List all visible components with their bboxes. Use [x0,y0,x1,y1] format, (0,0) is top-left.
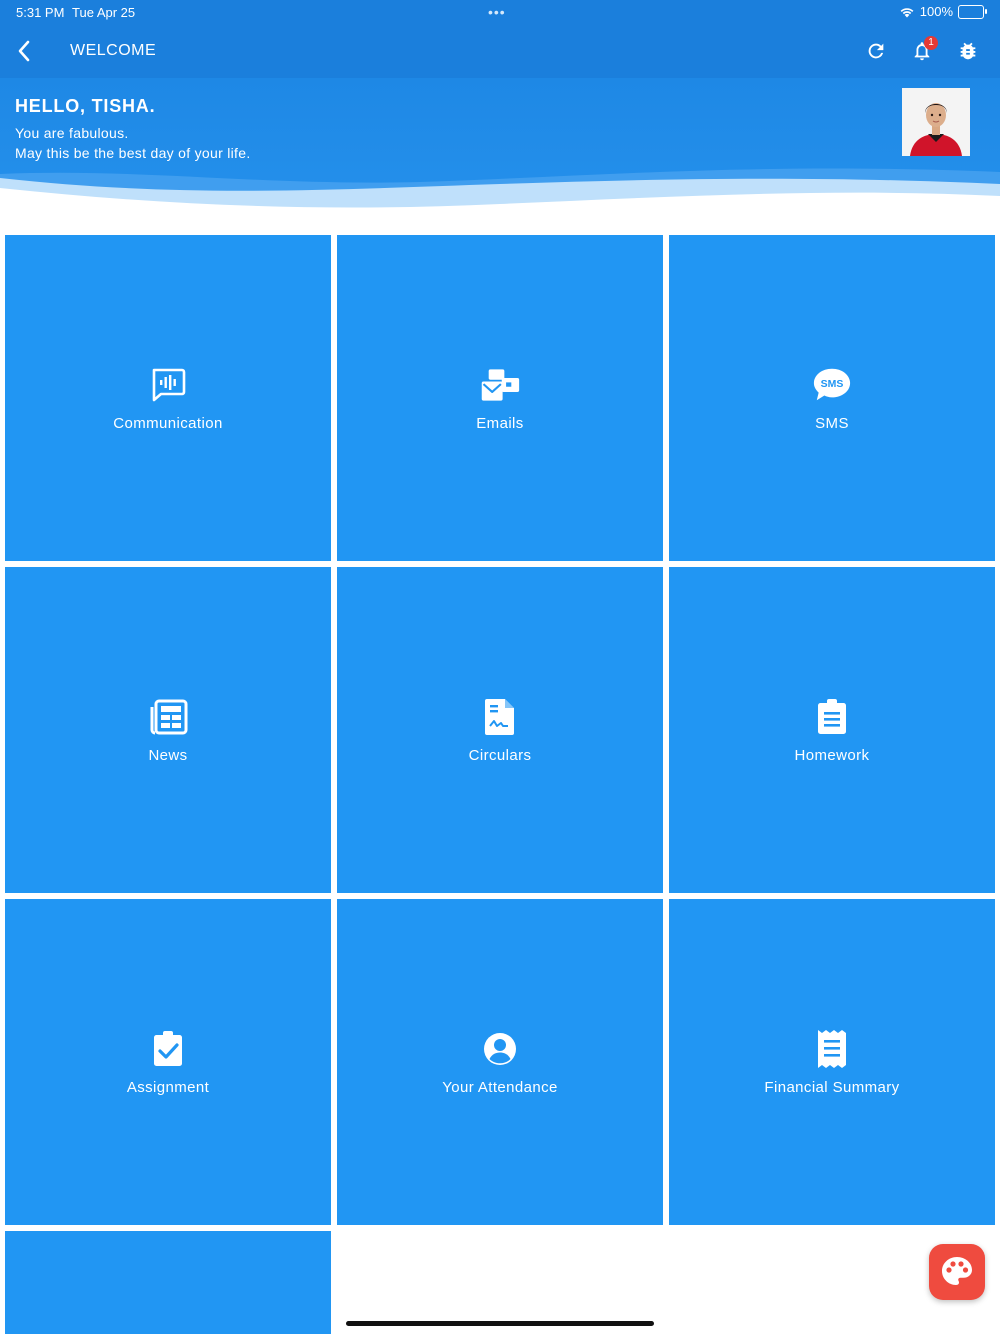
battery-percent: 100% [919,4,953,19]
tile-financial-summary[interactable]: Financial Summary [669,899,995,1225]
tile-assignment[interactable]: Assignment [5,899,331,1225]
tile-label: SMS [815,414,849,432]
bug-icon [960,42,976,60]
theme-palette-button[interactable] [929,1244,985,1300]
page-title: WELCOME [70,42,157,59]
tile-news[interactable]: News [5,567,331,893]
chevron-left-icon [18,40,30,62]
header-wave-decoration [0,168,1000,218]
tile-label: Circulars [468,746,532,764]
nav-row: WELCOME 1 [0,30,1000,74]
svg-text:SMS: SMS [821,378,844,389]
welcome-screen: 5:31 PM Tue Apr 25 ••• 100% WELCOME 1 HE… [0,0,1000,1334]
multitasking-dots-icon[interactable]: ••• [488,4,506,20]
status-time: 5:31 PM [16,5,65,20]
clipboard-check-icon [148,1029,188,1069]
status-right: 100% [899,4,987,19]
tile-label: Your Attendance [442,1078,558,1096]
wifi-icon [900,7,914,17]
app-bar: 5:31 PM Tue Apr 25 ••• 100% WELCOME 1 [0,0,1000,78]
account-circle-icon [480,1029,520,1069]
tile-circulars[interactable]: Circulars [337,567,663,893]
newspaper-icon [148,697,188,737]
status-date: Tue Apr 25 [72,5,136,20]
home-indicator[interactable] [346,1321,654,1326]
sms-icon: SMS [812,365,852,405]
status-bar: 5:31 PM Tue Apr 25 ••• 100% [0,4,1000,22]
menu-grid: Communication Emails SMS SMS News Circul… [5,235,995,1334]
tile-your-attendance[interactable]: Your Attendance [337,899,663,1225]
tile-label: Communication [113,414,223,432]
notifications-button[interactable]: 1 [908,36,938,66]
clipboard-icon [812,697,852,737]
tile-label: News [148,746,188,764]
tile-partial[interactable] [5,1231,331,1334]
tile-label: Financial Summary [764,1078,900,1096]
tile-label: Emails [476,414,524,432]
document-signature-icon [480,697,520,737]
tile-homework[interactable]: Homework [669,567,995,893]
tile-label: Homework [794,746,870,764]
tile-emails[interactable]: Emails [337,235,663,561]
chat-audio-icon [148,365,188,405]
tile-communication[interactable]: Communication [5,235,331,561]
back-button[interactable] [10,36,38,66]
receipt-icon [812,1029,852,1069]
tile-label: Assignment [126,1078,210,1096]
palette-icon [942,1257,972,1285]
refresh-button[interactable] [862,36,890,66]
battery-icon [958,4,987,19]
tile-sms[interactable]: SMS SMS [669,235,995,561]
refresh-icon [868,43,884,59]
debug-button[interactable] [954,36,982,66]
emails-icon [480,365,520,405]
notification-badge: 1 [924,36,938,50]
nav-actions: 1 [862,36,982,66]
